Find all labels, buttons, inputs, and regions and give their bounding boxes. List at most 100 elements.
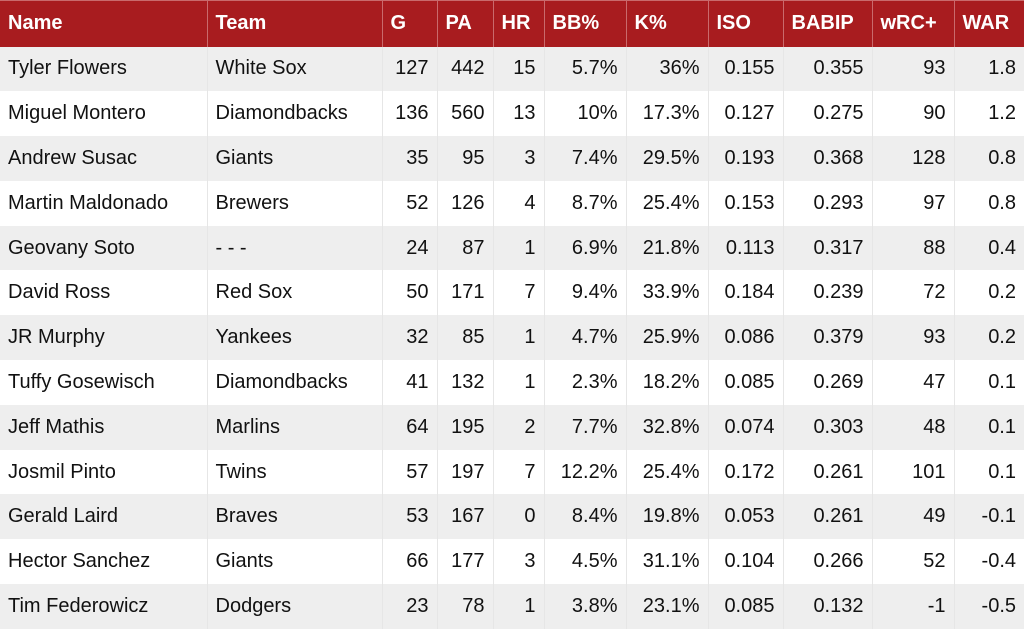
table-body: Tyler Flowers White Sox 127 442 15 5.7% 36% 0.1…: [0, 46, 1024, 629]
cell-pa: 560: [437, 91, 494, 137]
cell-name: Gerald Laird: [0, 494, 208, 540]
cell-bb-pct: 7.7%: [544, 404, 627, 450]
cell-babip: 0.368: [783, 136, 873, 181]
cell-iso: 0.085: [708, 584, 784, 629]
cell-war: 0.2: [954, 315, 1024, 361]
table-row: JR Murphy Yankees 32 85 1 4.7% 25.9% 0.086 0.379…: [0, 315, 1024, 361]
cell-babip: 0.266: [783, 539, 873, 585]
cell-iso: 0.153: [708, 180, 784, 226]
cell-pa: 126: [437, 180, 494, 226]
cell-team: Marlins: [207, 404, 383, 450]
cell-wrc-plus: -1: [872, 584, 955, 629]
column-header-bb-pct[interactable]: BB%: [544, 0, 627, 47]
cell-name: Martin Maldonado: [0, 180, 208, 226]
cell-g: 23: [382, 584, 438, 629]
cell-g: 35: [382, 136, 438, 181]
header-row: Name Team G PA HR BB% K% ISO BABIP wRC+ WAR: [0, 0, 1024, 47]
cell-babip: 0.132: [783, 584, 873, 629]
cell-war: 0.2: [954, 270, 1024, 316]
cell-hr: 2: [493, 404, 545, 450]
cell-wrc-plus: 52: [872, 539, 955, 585]
cell-bb-pct: 6.9%: [544, 225, 627, 271]
column-header-hr[interactable]: HR: [493, 0, 545, 47]
column-header-iso[interactable]: ISO: [708, 0, 784, 47]
cell-hr: 0: [493, 494, 545, 540]
cell-iso: 0.193: [708, 136, 784, 181]
cell-name: Tuffy Gosewisch: [0, 360, 208, 405]
cell-war: 0.8: [954, 180, 1024, 226]
column-header-k-pct[interactable]: K%: [626, 0, 709, 47]
cell-team: Diamondbacks: [207, 360, 383, 405]
cell-hr: 1: [493, 225, 545, 271]
cell-bb-pct: 9.4%: [544, 270, 627, 316]
cell-team: Yankees: [207, 315, 383, 361]
cell-babip: 0.261: [783, 494, 873, 540]
table-row: Tuffy Gosewisch Diamondbacks 41 132 1 2.3% 18.…: [0, 360, 1024, 405]
cell-team: Twins: [207, 449, 383, 495]
cell-wrc-plus: 101: [872, 449, 955, 495]
cell-hr: 4: [493, 180, 545, 226]
cell-pa: 171: [437, 270, 494, 316]
cell-war: 0.1: [954, 360, 1024, 405]
column-header-wrc-plus[interactable]: wRC+: [872, 0, 955, 47]
cell-babip: 0.379: [783, 315, 873, 361]
cell-iso: 0.155: [708, 46, 784, 92]
cell-name: Miguel Montero: [0, 91, 208, 137]
cell-wrc-plus: 128: [872, 136, 955, 181]
cell-name: JR Murphy: [0, 315, 208, 361]
cell-g: 24: [382, 225, 438, 271]
cell-babip: 0.269: [783, 360, 873, 405]
cell-babip: 0.317: [783, 225, 873, 271]
cell-war: 0.4: [954, 225, 1024, 271]
cell-hr: 15: [493, 46, 545, 92]
cell-war: 0.8: [954, 136, 1024, 181]
cell-pa: 95: [437, 136, 494, 181]
cell-team: Red Sox: [207, 270, 383, 316]
column-header-team[interactable]: Team: [207, 0, 383, 47]
cell-k-pct: 29.5%: [626, 136, 709, 181]
cell-team: Giants: [207, 136, 383, 181]
column-header-pa[interactable]: PA: [437, 0, 494, 47]
cell-g: 52: [382, 180, 438, 226]
cell-pa: 177: [437, 539, 494, 585]
cell-babip: 0.261: [783, 449, 873, 495]
cell-bb-pct: 10%: [544, 91, 627, 137]
table-row: Gerald Laird Braves 53 167 0 8.4% 19.8% 0.053 0.…: [0, 494, 1024, 540]
cell-iso: 0.053: [708, 494, 784, 540]
cell-g: 64: [382, 404, 438, 450]
table-row: Martin Maldonado Brewers 52 126 4 8.7% 25.4% 0.…: [0, 180, 1024, 226]
cell-g: 66: [382, 539, 438, 585]
cell-wrc-plus: 47: [872, 360, 955, 405]
column-header-g[interactable]: G: [382, 0, 438, 47]
cell-iso: 0.104: [708, 539, 784, 585]
cell-wrc-plus: 93: [872, 315, 955, 361]
table-row: Josmil Pinto Twins 57 197 7 12.2% 25.4% 0.172 0.…: [0, 449, 1024, 495]
column-header-babip[interactable]: BABIP: [783, 0, 873, 47]
cell-k-pct: 18.2%: [626, 360, 709, 405]
column-header-war[interactable]: WAR: [954, 0, 1024, 47]
cell-pa: 195: [437, 404, 494, 450]
cell-bb-pct: 7.4%: [544, 136, 627, 181]
cell-iso: 0.074: [708, 404, 784, 450]
cell-war: -0.5: [954, 584, 1024, 629]
cell-bb-pct: 4.5%: [544, 539, 627, 585]
table-row: Miguel Montero Diamondbacks 136 560 13 10% 17.…: [0, 91, 1024, 137]
cell-bb-pct: 5.7%: [544, 46, 627, 92]
cell-war: -0.4: [954, 539, 1024, 585]
table-row: Tim Federowicz Dodgers 23 78 1 3.8% 23.1% 0.085…: [0, 584, 1024, 629]
cell-hr: 3: [493, 539, 545, 585]
cell-babip: 0.355: [783, 46, 873, 92]
cell-war: -0.1: [954, 494, 1024, 540]
table-row: Hector Sanchez Giants 66 177 3 4.5% 31.1% 0.104…: [0, 539, 1024, 585]
column-header-name[interactable]: Name: [0, 0, 208, 47]
cell-war: 1.2: [954, 91, 1024, 137]
cell-hr: 13: [493, 91, 545, 137]
cell-pa: 167: [437, 494, 494, 540]
cell-name: Andrew Susac: [0, 136, 208, 181]
cell-g: 50: [382, 270, 438, 316]
stats-table: Name Team G PA HR BB% K% ISO BABIP wRC+ WAR Tyler …: [0, 0, 1024, 629]
table-row: Jeff Mathis Marlins 64 195 2 7.7% 32.8% 0.074 0.…: [0, 404, 1024, 450]
cell-bb-pct: 8.7%: [544, 180, 627, 226]
cell-team: Dodgers: [207, 584, 383, 629]
cell-wrc-plus: 49: [872, 494, 955, 540]
